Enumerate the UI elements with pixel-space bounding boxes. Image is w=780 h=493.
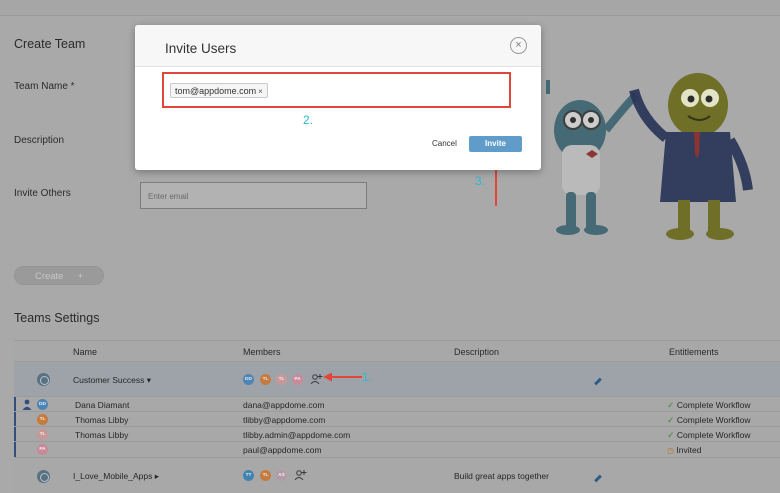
member-avatar: AS xyxy=(276,470,287,481)
team-icon xyxy=(37,470,50,483)
check-icon: ✓ xyxy=(667,430,675,440)
entitlement: ◷ Invited xyxy=(667,445,702,455)
create-team-button[interactable]: Create + xyxy=(14,266,104,285)
table-row: PA paul@appdome.com ◷ Invited xyxy=(14,441,780,457)
column-name: Name xyxy=(73,347,98,357)
invite-users-dialog: Invite Users × tom@appdome.com × 2. Cance… xyxy=(135,25,541,170)
team-name[interactable]: I_Love_Mobile_Apps ▸ xyxy=(73,471,159,482)
edit-icon[interactable] xyxy=(594,474,602,483)
check-icon: ✓ xyxy=(667,415,675,425)
user-icon xyxy=(22,399,32,410)
member-avatar: DD xyxy=(243,374,254,385)
member-avatar: TL xyxy=(260,374,271,385)
annotation-step-1: 1. xyxy=(362,370,373,384)
caret-right-icon: ▸ xyxy=(154,471,160,481)
annotation-arrow-1 xyxy=(330,376,362,378)
table-row: DD Dana Diamant dana@appdome.com ✓ Compl… xyxy=(14,396,780,411)
member-name: Thomas Libby xyxy=(75,415,129,425)
member-avatar: TL xyxy=(37,429,48,440)
teams-settings-title: Teams Settings xyxy=(14,311,100,325)
entitlement: ✓ Complete Workflow xyxy=(667,400,751,410)
member-name: Dana Diamant xyxy=(75,400,130,410)
member-avatar: PA xyxy=(37,444,48,455)
email-tag: tom@appdome.com × xyxy=(170,83,268,98)
member-email: tlibby@appdome.com xyxy=(243,415,326,425)
table-row-team[interactable]: Customer Success ▾ DD TL TL PA xyxy=(14,361,780,396)
team-name[interactable]: Customer Success ▾ xyxy=(73,375,151,386)
invite-email-input[interactable]: Enter email xyxy=(140,182,367,209)
table-row: TL Thomas Libby tlibby@appdome.com ✓ Com… xyxy=(14,411,780,426)
entitlement: ✓ Complete Workflow xyxy=(667,415,751,425)
close-icon[interactable]: × xyxy=(510,37,527,54)
plus-icon: + xyxy=(77,271,84,282)
teams-table: Name Members Description Entitlements Cu… xyxy=(14,340,780,493)
remove-tag-icon[interactable]: × xyxy=(258,87,263,96)
annotation-step-3: 3. xyxy=(475,174,486,188)
member-avatar: TL xyxy=(260,470,271,481)
add-member-icon[interactable] xyxy=(310,372,324,386)
clock-icon: ◷ xyxy=(667,446,674,455)
monsters-illustration xyxy=(546,73,753,240)
team-icon xyxy=(37,373,50,386)
team-description: Build great apps together xyxy=(454,471,549,481)
edit-icon[interactable] xyxy=(594,377,602,386)
create-button-label: Create xyxy=(34,271,64,282)
invite-others-label: Invite Others xyxy=(14,188,71,199)
top-bar xyxy=(0,0,780,16)
create-team-title: Create Team xyxy=(14,37,86,51)
cancel-button[interactable]: Cancel xyxy=(432,139,457,148)
invite-email-tag-input[interactable]: tom@appdome.com × xyxy=(162,72,511,108)
member-avatar: TL xyxy=(276,374,287,385)
caret-down-icon: ▾ xyxy=(146,375,151,385)
member-email: tlibby.admin@appdome.com xyxy=(243,430,351,440)
table-row-team[interactable]: I_Love_Mobile_Apps ▸ TT TL AS Build grea… xyxy=(14,457,780,493)
annotation-step-2: 2. xyxy=(303,113,314,127)
arrow-head-left-icon xyxy=(323,372,332,382)
table-row: TL Thomas Libby tlibby.admin@appdome.com… xyxy=(14,426,780,441)
check-icon: ✓ xyxy=(667,400,675,410)
dialog-title: Invite Users xyxy=(165,41,237,56)
member-email: paul@appdome.com xyxy=(243,445,322,455)
member-avatar: TT xyxy=(243,470,254,481)
column-description: Description xyxy=(454,347,500,357)
column-entitlements: Entitlements xyxy=(669,347,719,357)
invite-button[interactable]: Invite xyxy=(469,136,522,152)
member-avatar: PA xyxy=(292,374,303,385)
column-members: Members xyxy=(243,347,281,357)
description-label: Description xyxy=(14,135,65,146)
add-member-icon[interactable] xyxy=(294,468,308,482)
email-tag-text: tom@appdome.com xyxy=(175,86,257,96)
member-email: dana@appdome.com xyxy=(243,400,325,410)
email-placeholder: Enter email xyxy=(148,192,189,201)
entitlement: ✓ Complete Workflow xyxy=(667,430,751,440)
member-avatar: TL xyxy=(37,414,48,425)
member-avatar: DD xyxy=(37,399,48,410)
team-name-label: Team Name * xyxy=(14,81,75,92)
member-name: Thomas Libby xyxy=(75,430,129,440)
